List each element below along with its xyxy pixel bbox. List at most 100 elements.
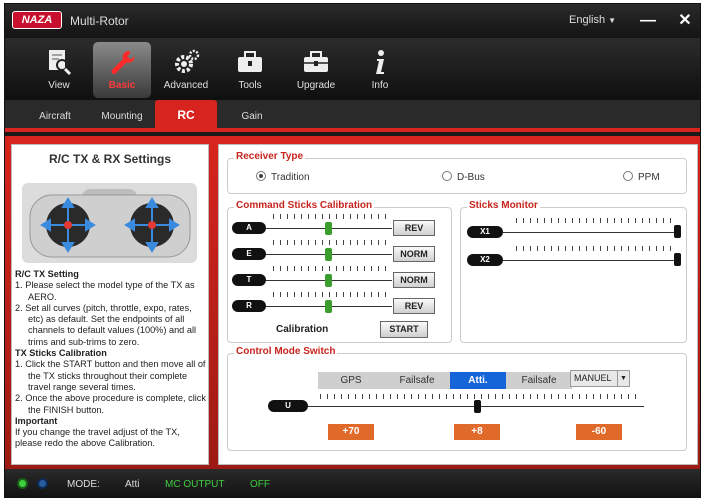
toolbar-info-label: Info [371, 80, 389, 91]
channel-x2-badge: X2 [467, 254, 503, 266]
start-button[interactable]: START [380, 321, 428, 338]
toolbar-view-label: View [48, 80, 70, 91]
wrench-icon [111, 50, 135, 74]
receiver-type-label: Receiver Type [234, 151, 306, 162]
toolbar-tools[interactable]: Tools [221, 42, 279, 98]
help-heading: R/C TX Setting [15, 269, 79, 279]
status-bar: MODE: Atti MC OUTPUT OFF [5, 469, 700, 497]
help-heading: TX Sticks Calibration [15, 348, 107, 359]
connection-led-icon [17, 478, 28, 489]
minimize-button[interactable]: — [635, 9, 661, 33]
mode-value: Atti [125, 479, 140, 490]
sticks-monitor-group: Sticks Monitor X1 X2 [460, 200, 687, 343]
endpoint-value-atti: +8 [454, 424, 500, 440]
mc-output-value: OFF [250, 479, 270, 490]
info-icon [376, 50, 384, 74]
upgrade-box-icon [304, 51, 328, 72]
radio-tradition[interactable]: Tradition [256, 171, 310, 183]
help-text: R/C TX Setting 1. Please select the mode… [15, 269, 208, 450]
mode-segment-failsafe: Failsafe [384, 372, 450, 389]
calibration-label: Command Sticks Calibration [234, 200, 375, 211]
main-toolbar: View Basic Advanced Tools Upgrade Info [5, 38, 700, 100]
magnifier-document-icon [49, 50, 72, 76]
app-title: Multi-Rotor [70, 14, 129, 28]
help-step: 1. Click the START button and then move … [15, 359, 206, 392]
channel-a-reverse-button[interactable]: REV [393, 220, 435, 236]
manual-mode-value: MANUEL [574, 373, 612, 383]
channel-t-ticks [273, 266, 391, 271]
toolbar-view[interactable]: View [30, 42, 88, 98]
settings-panel: Receiver Type Tradition D-Bus PPM Comman… [218, 144, 698, 465]
channel-e-thumb[interactable] [325, 248, 332, 261]
toolbar-basic-label: Basic [108, 80, 136, 91]
manual-mode-select[interactable]: MANUEL ▼ [570, 370, 630, 387]
naza-logo: NAZA [12, 11, 62, 29]
mode-segment-atti: Atti. [450, 372, 506, 389]
status-led-icon [37, 478, 48, 489]
endpoint-value-gps: +70 [328, 424, 374, 440]
mc-output-label: MC OUTPUT [165, 479, 225, 490]
toolbar-tools-label: Tools [238, 80, 262, 91]
sticks-monitor-label: Sticks Monitor [467, 200, 540, 211]
help-step: 1. Please select the model type of the T… [15, 280, 195, 302]
help-step: 2. Set all curves (pitch, throttle, expo… [15, 302, 197, 347]
radio-label: Tradition [271, 172, 310, 183]
transmitter-icon [29, 189, 191, 258]
caret-down-icon: ▼ [608, 16, 616, 25]
channel-a-thumb[interactable] [325, 222, 332, 235]
gears-icon [175, 49, 200, 73]
help-title: R/C TX & RX Settings [48, 152, 171, 166]
channel-x1-thumb [674, 225, 681, 238]
close-button[interactable]: ✕ [672, 9, 698, 33]
title-bar: NAZA Multi-Rotor English ▼ — ✕ [5, 4, 700, 38]
toolbar-upgrade[interactable]: Upgrade [287, 42, 345, 98]
mode-segment-failsafe-2: Failsafe [506, 372, 572, 389]
content-area: R/C TX & RX Settings R/C TX Setting 1. P… [5, 136, 700, 469]
toolbar-info[interactable]: Info [351, 42, 409, 98]
dropdown-arrow-icon: ▼ [617, 371, 629, 386]
channel-t-badge: T [232, 274, 266, 286]
mode-segment-gps: GPS [318, 372, 384, 389]
toolbar-advanced[interactable]: Advanced [157, 42, 215, 98]
channel-r-thumb[interactable] [325, 300, 332, 313]
endpoint-value-manual: -60 [576, 424, 622, 440]
channel-r-reverse-button[interactable]: REV [393, 298, 435, 314]
radio-label: PPM [638, 172, 660, 183]
radio-label: D-Bus [457, 172, 485, 183]
channel-x1-track [503, 232, 679, 233]
channel-u-thumb [474, 400, 481, 413]
tab-aircraft[interactable]: Aircraft [25, 106, 85, 128]
channel-x2-thumb [674, 253, 681, 266]
tab-gain[interactable]: Gain [223, 106, 281, 128]
channel-e-ticks [273, 240, 391, 245]
channel-x2-ticks [516, 246, 676, 251]
channel-u-badge: U [268, 400, 308, 412]
calibration-caption: Calibration [276, 324, 329, 335]
language-select[interactable]: English ▼ [569, 14, 616, 26]
toolbar-basic[interactable]: Basic [93, 42, 151, 98]
help-heading: Important [15, 415, 58, 426]
tab-bar: Aircraft Mounting RC Gain [5, 100, 700, 132]
transmitter-illustration [22, 183, 197, 263]
radio-unselected-icon [623, 171, 633, 181]
channel-x1-badge: X1 [467, 226, 503, 238]
channel-r-ticks [273, 292, 391, 297]
app-window: NAZA Multi-Rotor English ▼ — ✕ View Basic [4, 3, 701, 498]
control-mode-group: Control Mode Switch GPS Failsafe Atti. F… [227, 346, 687, 451]
control-mode-label: Control Mode Switch [234, 346, 338, 357]
help-note: If you change the travel adjust of the T… [15, 427, 180, 449]
channel-e-normal-button[interactable]: NORM [393, 246, 435, 262]
radio-ppm[interactable]: PPM [623, 171, 660, 183]
tab-mounting[interactable]: Mounting [91, 106, 153, 128]
channel-t-thumb[interactable] [325, 274, 332, 287]
channel-u-ticks [320, 394, 642, 399]
channel-t-normal-button[interactable]: NORM [393, 272, 435, 288]
radio-dbus[interactable]: D-Bus [442, 171, 485, 183]
channel-x1-ticks [516, 218, 676, 223]
toolbox-icon [238, 51, 262, 72]
help-panel: R/C TX & RX Settings R/C TX Setting 1. P… [11, 144, 209, 465]
tab-rc[interactable]: RC [155, 100, 217, 128]
radio-selected-icon [256, 171, 266, 181]
channel-a-badge: A [232, 222, 266, 234]
help-step: 2. Once the above procedure is complete,… [15, 393, 206, 415]
